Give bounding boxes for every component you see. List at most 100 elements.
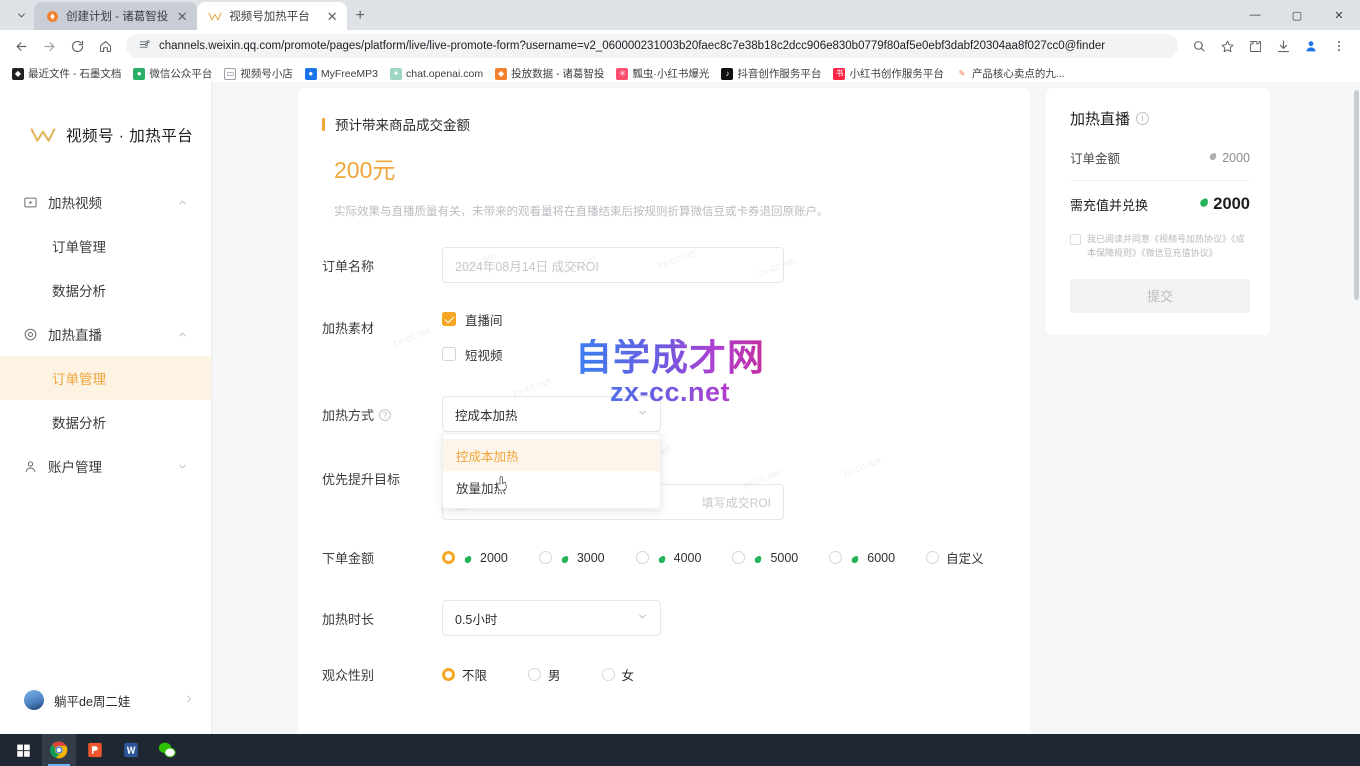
bookmark-label: 微信公众平台 [149,66,212,81]
browser-tab-1[interactable]: 创建计划 - 诸葛智投 ✕ [34,2,197,30]
radio-icon[interactable] [442,551,455,564]
bookmark-item[interactable]: ✳瓢虫·小红书爆光 [610,64,715,83]
gender-option-label: 不限 [462,665,487,684]
address-bar[interactable]: channels.weixin.qq.com/promote/pages/pla… [126,34,1178,58]
forward-icon[interactable] [36,33,62,59]
bookmark-item[interactable]: ♪抖音创作服务平台 [715,64,827,83]
radio-icon[interactable] [829,551,842,564]
home-icon[interactable] [92,33,118,59]
new-tab-button[interactable]: + [347,3,373,29]
scrollbar-thumb[interactable] [1354,90,1359,300]
gender-option-any[interactable]: 不限 [442,665,487,684]
sidebar-user-row[interactable]: 躺平de周二娃 [0,690,212,710]
wps-icon[interactable] [78,734,112,766]
sidebar-group-boost-video[interactable]: 加热视频 [0,180,211,224]
live-circle-icon [22,326,38,342]
order-amount-option-5000[interactable]: 5000 [732,551,798,565]
close-icon[interactable]: ✕ [175,9,189,23]
site-settings-icon[interactable] [138,38,151,54]
agreement-row[interactable]: 我已阅读并同意《视频号加热协议》《成本保障规则》《微信豆充值协议》 [1070,233,1250,261]
sidebar-group-boost-live[interactable]: 加热直播 [0,312,211,356]
agreement-checkbox-icon[interactable] [1070,234,1081,245]
question-mark-icon[interactable]: ? [379,409,391,421]
dropdown-option-cost-control[interactable]: 控成本加热 [443,439,660,471]
window-controls: — ▢ ✕ [1234,0,1360,30]
extensions-icon[interactable] [1242,33,1268,59]
bookmark-item[interactable]: ✦chat.openai.com [384,66,489,82]
tab-search-icon[interactable] [8,2,34,28]
download-icon[interactable] [1270,33,1296,59]
radio-icon[interactable] [732,551,745,564]
summary-recharge-value-wrap: 2000 [1197,195,1250,214]
minimize-button[interactable]: — [1234,0,1276,30]
chevron-down-icon[interactable] [177,460,189,472]
zoom-search-icon[interactable] [1186,33,1212,59]
bookmark-item[interactable]: ●微信公众平台 [127,64,218,83]
order-amount-option-custom[interactable]: 自定义 [926,548,984,567]
material-option-video[interactable]: 短视频 [442,344,990,364]
bookmark-item[interactable]: ◆最近文件 - 石墨文档 [6,64,127,83]
radio-icon[interactable] [636,551,649,564]
wechat-icon[interactable] [150,734,184,766]
chrome-icon[interactable] [42,734,76,766]
word-icon[interactable] [114,734,148,766]
info-icon[interactable]: i [1136,112,1149,125]
agreement-text: 我已阅读并同意《视频号加热协议》《成本保障规则》《微信豆充值协议》 [1087,233,1250,261]
doc-icon: ◆ [12,68,24,80]
maximize-button[interactable]: ▢ [1276,0,1318,30]
sidebar-group-account[interactable]: 账户管理 [0,444,211,488]
agreement-link-boost[interactable]: 《视频号加热协议》 [1150,234,1231,244]
radio-icon[interactable] [442,668,455,681]
order-name-input[interactable]: 2024年08月14日 成交ROI [442,247,784,283]
summary-order-amount-value-wrap: 2000 [1207,151,1250,165]
submit-button[interactable]: 提交 [1070,279,1250,313]
sidebar-item-video-orders[interactable]: 订单管理 [0,224,211,268]
chrome-menu-icon[interactable] [1326,33,1352,59]
chevron-up-icon[interactable] [177,196,189,208]
bookmark-item[interactable]: ✎产品核心卖点的九... [950,64,1071,83]
radio-icon[interactable] [528,668,541,681]
sidebar-item-video-analytics[interactable]: 数据分析 [0,268,211,312]
gender-option-male[interactable]: 男 [528,665,561,684]
page-scrollbar[interactable] [1353,82,1360,734]
profile-icon[interactable] [1298,33,1324,59]
order-amount-option-3000[interactable]: 3000 [539,551,605,565]
agreement-link-bean[interactable]: 《微信豆充值协议》 [1141,248,1218,258]
duration-select[interactable]: 0.5小时 [442,600,661,636]
browser-tab-2[interactable]: 视频号加热平台 ✕ [197,2,347,30]
radio-icon[interactable] [539,551,552,564]
chevron-up-icon[interactable] [177,328,189,340]
wechat-bean-icon [656,552,667,563]
gender-option-female[interactable]: 女 [602,665,635,684]
back-icon[interactable] [8,33,34,59]
bookmark-item[interactable]: ◆投放数据 - 诸葛智投 [489,64,610,83]
sidebar-item-live-orders[interactable]: 订单管理 [0,356,211,400]
bookmark-label: 瓢虫·小红书爆光 [632,66,709,81]
bookmark-star-icon[interactable] [1214,33,1240,59]
boost-mode-label: 加热方式 [322,405,374,424]
radio-icon[interactable] [926,551,939,564]
order-amount-option-6000[interactable]: 6000 [829,551,895,565]
dropdown-option-volume[interactable]: 放量加热 [443,471,660,503]
radio-icon[interactable] [602,668,615,681]
close-window-button[interactable]: ✕ [1318,0,1360,30]
boost-mode-dropdown[interactable]: 控成本加热 放量加热 [442,433,661,509]
order-amount-option-2000[interactable]: 2000 [442,551,508,565]
bookmark-item[interactable]: ●MyFreeMP3 [299,66,384,82]
chevron-right-icon[interactable] [184,693,194,707]
close-icon[interactable]: ✕ [325,9,339,23]
material-option-live[interactable]: 直播间 [442,309,990,329]
windows-start-icon[interactable] [6,734,40,766]
bookmark-item[interactable]: ▭视频号小店 [218,64,299,83]
sidebar-item-live-analytics[interactable]: 数据分析 [0,400,211,444]
bookmark-item[interactable]: 书小红书创作服务平台 [827,64,950,83]
field-label: 加热时长 [322,600,442,628]
boost-mode-select[interactable]: 控成本加热 [442,396,661,432]
checkbox-icon[interactable] [442,347,456,361]
chevron-down-icon[interactable] [637,407,648,421]
chevron-down-icon[interactable] [637,611,648,625]
reload-icon[interactable] [64,33,90,59]
gender-radio-group: 不限 男 女 [442,665,990,684]
checkbox-icon[interactable] [442,312,456,326]
order-amount-option-4000[interactable]: 4000 [636,551,702,565]
